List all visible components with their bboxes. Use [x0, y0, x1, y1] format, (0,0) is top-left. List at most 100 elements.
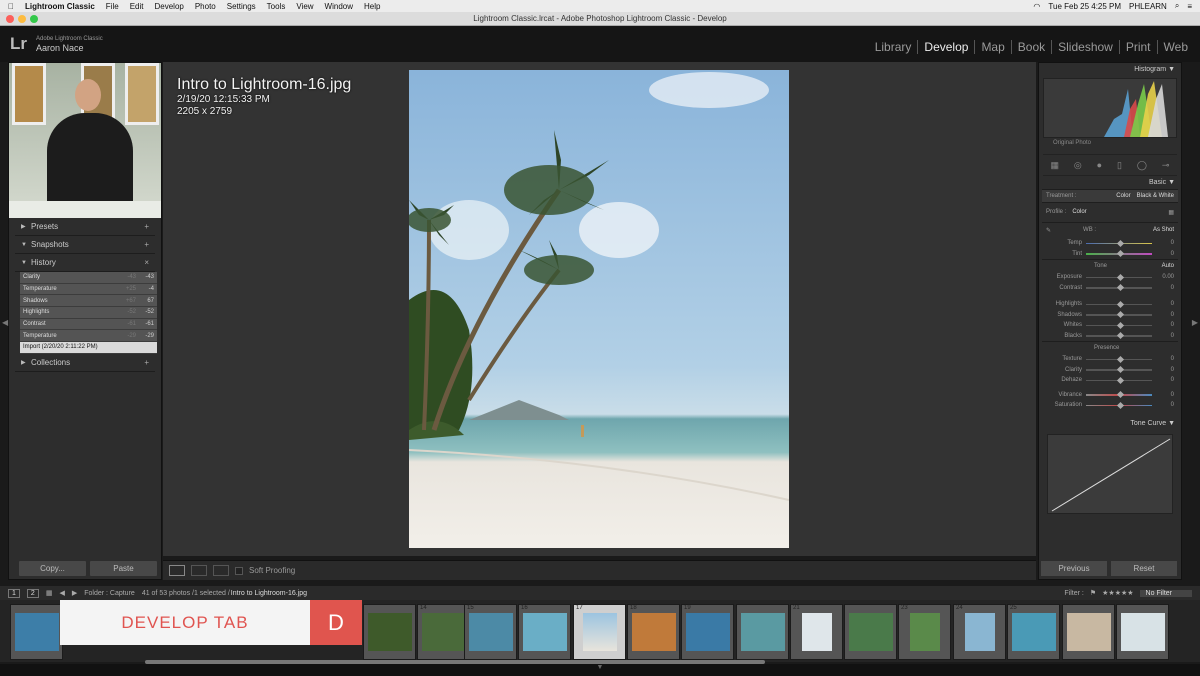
red-eye-icon[interactable]: ●: [1097, 160, 1102, 170]
menu-tools[interactable]: Tools: [267, 2, 286, 11]
tone-curve-graph[interactable]: [1047, 433, 1173, 514]
slider-clarity[interactable]: Clarity 0: [1042, 365, 1178, 376]
slider-saturation[interactable]: Saturation 0: [1042, 400, 1178, 411]
search-icon[interactable]: ⌕: [1175, 1, 1179, 11]
slider-temp[interactable]: Temp 0: [1042, 238, 1178, 249]
history-item[interactable]: Contrast -61 -61: [20, 318, 157, 331]
secondary-window-button[interactable]: 2: [26, 588, 39, 598]
filmstrip-thumb-selected[interactable]: 17: [573, 604, 626, 660]
slider-shadows[interactable]: Shadows 0: [1042, 310, 1178, 321]
slider-whites[interactable]: Whites 0: [1042, 320, 1178, 331]
tone-curve-header[interactable]: Tone Curve ▼: [1039, 417, 1181, 430]
menu-file[interactable]: File: [106, 2, 119, 11]
filmstrip-thumb[interactable]: 25: [1007, 604, 1060, 660]
profile-select[interactable]: Color: [1072, 209, 1086, 216]
add-collection-icon[interactable]: +: [144, 358, 149, 367]
filmstrip-toggle-icon[interactable]: ▼: [0, 664, 1200, 676]
module-web[interactable]: Web: [1156, 40, 1194, 54]
module-book[interactable]: Book: [1010, 40, 1051, 54]
menu-edit[interactable]: Edit: [130, 2, 144, 11]
filmstrip-thumb[interactable]: [736, 604, 789, 660]
filmstrip-thumb[interactable]: [844, 604, 897, 660]
module-library[interactable]: Library: [869, 40, 918, 54]
module-develop[interactable]: Develop: [917, 40, 974, 54]
survey-view-icon[interactable]: [213, 565, 229, 576]
copy-button[interactable]: Copy...: [19, 561, 86, 576]
profile-browser-icon[interactable]: ▦: [1168, 209, 1174, 216]
filmstrip-thumb[interactable]: 21: [790, 604, 843, 660]
back-arrow-icon[interactable]: ◀: [59, 589, 64, 597]
slider-vibrance[interactable]: Vibrance 0: [1042, 390, 1178, 401]
apple-icon[interactable]: : [8, 2, 14, 11]
basic-header[interactable]: Basic ▼: [1039, 176, 1181, 189]
left-panel-toggle-icon[interactable]: ◀: [2, 318, 8, 327]
filmstrip-thumb[interactable]: 24: [953, 604, 1006, 660]
radial-filter-icon[interactable]: ◯: [1137, 160, 1147, 171]
graduated-filter-icon[interactable]: ▯: [1117, 160, 1122, 171]
filmstrip-thumb[interactable]: 23: [898, 604, 951, 660]
menu-develop[interactable]: Develop: [154, 2, 183, 11]
module-map[interactable]: Map: [974, 40, 1010, 54]
filmstrip-thumb[interactable]: [363, 604, 416, 660]
list-icon[interactable]: ≡: [1187, 2, 1192, 11]
wb-select[interactable]: As Shot: [1153, 227, 1174, 234]
history-item[interactable]: Temperature +25 -4: [20, 283, 157, 296]
brush-icon[interactable]: ⊸: [1162, 160, 1170, 171]
zoom-window-button[interactable]: [30, 15, 38, 23]
compare-view-icon[interactable]: [191, 565, 207, 576]
filmstrip-thumb[interactable]: 14: [417, 604, 470, 660]
slider-texture[interactable]: Texture 0: [1042, 354, 1178, 365]
main-window-button[interactable]: 1: [8, 588, 20, 598]
grid-icon[interactable]: ▦: [46, 589, 53, 597]
menu-settings[interactable]: Settings: [227, 2, 256, 11]
snapshots-header[interactable]: ▼ Snapshots +: [15, 236, 155, 254]
close-window-button[interactable]: [6, 15, 14, 23]
flag-filter-icon[interactable]: ⚑: [1090, 589, 1096, 597]
add-preset-icon[interactable]: +: [144, 222, 149, 231]
histogram-header[interactable]: Histogram ▼: [1039, 63, 1181, 76]
menu-view[interactable]: View: [296, 2, 313, 11]
slider-dehaze[interactable]: Dehaze 0: [1042, 375, 1178, 386]
original-photo-label[interactable]: Original Photo: [1039, 140, 1181, 146]
menu-photo[interactable]: Photo: [195, 2, 216, 11]
wifi-icon[interactable]: ◠: [1033, 2, 1040, 11]
histogram-graph[interactable]: [1043, 78, 1177, 138]
treatment-bw[interactable]: Black & White: [1137, 193, 1174, 199]
wb-eyedropper-icon[interactable]: ✎: [1046, 227, 1051, 234]
selected-file[interactable]: Intro to Lightroom-16.jpg: [231, 590, 307, 597]
treatment-color[interactable]: Color: [1116, 193, 1130, 199]
crop-icon[interactable]: ▦: [1050, 160, 1059, 171]
loupe-view-icon[interactable]: [169, 565, 185, 576]
menu-help[interactable]: Help: [364, 2, 380, 11]
paste-button[interactable]: Paste: [90, 561, 157, 576]
filmstrip-thumb[interactable]: [10, 604, 63, 660]
soft-proofing-checkbox[interactable]: [235, 566, 243, 575]
app-menu[interactable]: Lightroom Classic: [25, 2, 95, 11]
menu-window[interactable]: Window: [325, 2, 353, 11]
history-item[interactable]: Highlights -52 -52: [20, 307, 157, 319]
clear-history-icon[interactable]: ×: [144, 258, 149, 267]
add-snapshot-icon[interactable]: +: [144, 240, 149, 249]
filmstrip-thumb[interactable]: 19: [681, 604, 734, 660]
minimize-window-button[interactable]: [18, 15, 26, 23]
filmstrip-thumb[interactable]: [1116, 604, 1169, 660]
spot-removal-icon[interactable]: ◎: [1074, 160, 1082, 171]
folder-source[interactable]: Folder : Capture: [84, 590, 135, 597]
slider-contrast[interactable]: Contrast 0: [1042, 283, 1178, 294]
collections-header[interactable]: ▶ Collections +: [15, 354, 155, 372]
forward-arrow-icon[interactable]: ▶: [72, 589, 77, 597]
main-photo[interactable]: [409, 70, 789, 548]
filter-select[interactable]: No Filter: [1139, 589, 1192, 597]
module-print[interactable]: Print: [1118, 40, 1157, 54]
history-item[interactable]: Shadows +67 67: [20, 295, 157, 308]
clock[interactable]: Tue Feb 25 4:25 PM: [1048, 2, 1121, 11]
filmstrip-thumb[interactable]: 18: [627, 604, 680, 660]
slider-exposure[interactable]: Exposure 0.00: [1042, 272, 1178, 283]
reset-button[interactable]: Reset: [1111, 561, 1177, 576]
history-item[interactable]: Clarity -43 -43: [20, 272, 157, 284]
user-name[interactable]: PHLEARN: [1129, 2, 1167, 11]
star-filter-icon[interactable]: ★★★★★: [1102, 589, 1133, 597]
auto-tone-button[interactable]: Auto: [1162, 263, 1174, 269]
history-item[interactable]: Temperature -29 -29: [20, 330, 157, 343]
history-item-import[interactable]: Import (2/20/20 2:11:22 PM): [20, 342, 157, 354]
